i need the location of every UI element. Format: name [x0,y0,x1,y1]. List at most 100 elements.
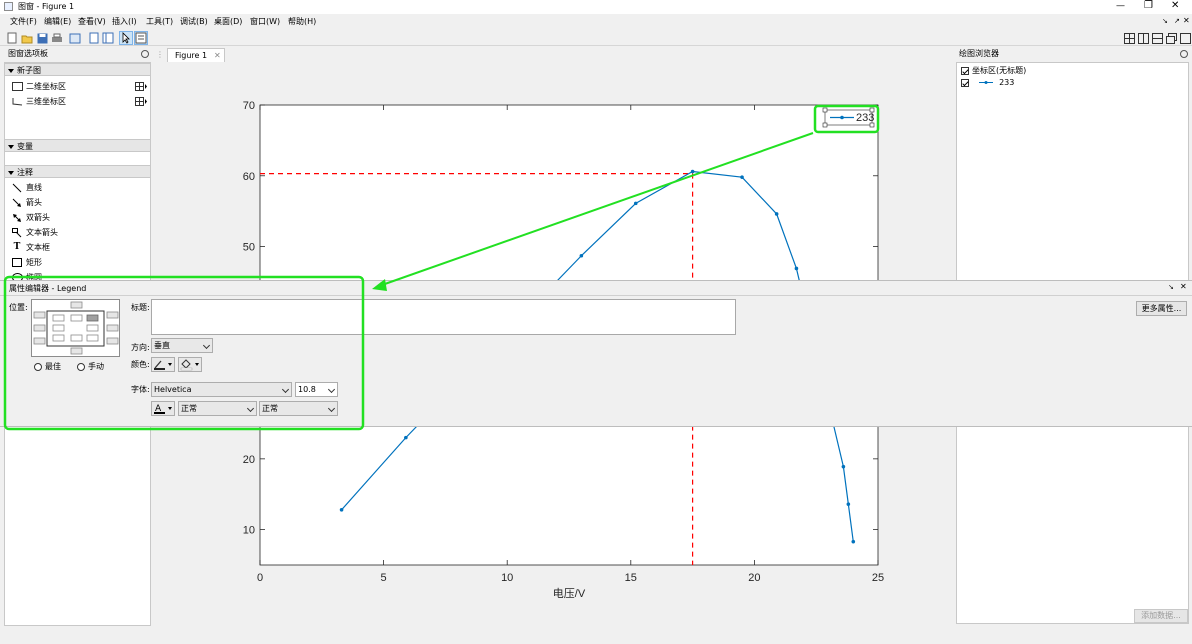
menu-file[interactable]: 文件(F) [10,16,37,28]
grid-picker-icon[interactable] [135,97,147,110]
data-point [851,539,856,544]
layout-single-icon[interactable] [1178,31,1192,45]
layout-top-bottom-icon[interactable] [1150,31,1164,45]
section-annotations[interactable]: 注释 [5,165,150,178]
y-tick-label: 70 [243,100,255,112]
expand-icon [8,144,14,149]
property-editor-toggle-icon[interactable] [134,31,148,45]
data-point [633,201,638,206]
palette-item-text-arrow[interactable]: 文本箭头 [11,226,58,239]
radio-best[interactable]: 最佳 [34,362,61,372]
layout-left-right-icon[interactable] [1136,31,1150,45]
expand-icon [8,68,14,73]
app-icon [4,2,13,11]
palette-title: 图窗选项板 [8,49,48,58]
x-tick-label: 15 [625,572,637,584]
restore-icon[interactable]: ❐ [1144,0,1153,11]
data-point [794,266,799,271]
hide-tools-icon[interactable] [87,31,101,45]
title-input[interactable] [151,299,736,335]
font-angle-select[interactable]: 正常 [259,401,338,416]
palette-menu-icon[interactable] [141,50,149,58]
palette-item-line[interactable]: 直线 [11,181,42,194]
layout-grid-icon[interactable] [1122,31,1136,45]
minimize-icon[interactable]: — [1116,1,1125,11]
series-checkbox[interactable] [961,78,969,87]
menu-close-icon[interactable]: ✕ [1183,16,1190,25]
menu-tools[interactable]: 工具(T) [146,16,173,28]
legend-selection-handle [869,122,875,128]
orientation-label: 方向: [131,343,150,352]
data-point [774,212,779,216]
orientation-select[interactable]: 垂直 [151,338,213,353]
toolbar [0,30,1192,46]
text-color-button[interactable]: A [151,401,175,416]
layout-float-icon[interactable] [1164,31,1178,45]
double-arrow-icon [11,212,23,224]
open-file-icon[interactable] [20,31,34,45]
select-arrow-icon[interactable] [119,31,133,45]
close-icon[interactable]: ✕ [1171,0,1179,11]
show-tools-icon[interactable] [101,31,115,45]
section-new-subplot[interactable]: 新子图 [5,63,150,76]
palette-item-textbox[interactable]: T 文本框 [11,241,50,254]
new-figure-icon[interactable] [5,31,19,45]
y-tick-label: 50 [243,242,255,254]
tab-label: Figure 1 [175,51,208,60]
edge-color-button[interactable] [151,357,175,372]
window-title: 图窗 - Figure 1 [18,2,75,11]
splitter-handle[interactable]: ⋮ [156,50,164,62]
menu-help[interactable]: 帮助(H) [288,16,316,28]
chevron-down-icon [202,341,211,350]
browser-item-axes[interactable]: 坐标区(无标题) [961,65,1026,76]
data-point [579,253,584,258]
browser-menu-icon[interactable] [1180,50,1188,58]
undock-icon[interactable]: ↘ [1162,17,1168,25]
position-picker[interactable] [31,299,120,357]
y-tick-label: 10 [243,525,255,537]
font-weight-select[interactable]: 正常 [178,401,257,416]
2d-axes-icon [11,81,23,93]
grid-picker-icon[interactable] [135,82,147,95]
tab-figure-1[interactable]: Figure 1 ✕ [167,48,225,62]
palette-item-2d-axes[interactable]: 二维坐标区 [11,80,149,93]
font-name-select[interactable]: Helvetica [151,382,292,397]
menu-edit[interactable]: 编辑(E) [44,16,71,28]
fill-color-button[interactable] [178,357,202,372]
radio-manual[interactable]: 手动 [77,362,104,372]
title-label: 标题: [131,303,150,312]
menu-window[interactable]: 窗口(W) [250,16,280,28]
menu-insert[interactable]: 插入(I) [112,16,137,28]
more-properties-button[interactable]: 更多属性... [1136,301,1187,316]
menu-debug[interactable]: 调试(B) [180,16,208,28]
palette-item-arrow[interactable]: 箭头 [11,196,42,209]
palette-item-3d-axes[interactable]: 三维坐标区 [11,95,149,108]
save-icon[interactable] [35,31,49,45]
data-point [846,502,851,506]
legend-selection-handle [869,107,875,113]
dock-icon[interactable]: ↗ [1174,17,1180,25]
textbox-icon: T [13,242,21,252]
browser-title: 绘图浏览器 [959,49,999,58]
axes-checkbox[interactable] [961,66,969,75]
pe-close-icon[interactable]: ✕ [1180,282,1187,291]
line-icon [11,182,23,194]
print-icon[interactable] [50,31,64,45]
menu-desktop[interactable]: 桌面(D) [214,16,242,28]
palette-item-double-arrow[interactable]: 双箭头 [11,211,50,224]
palette-item-rectangle[interactable]: 矩形 [11,256,42,269]
chevron-down-icon [246,404,255,413]
add-data-button[interactable]: 添加数据... [1134,609,1188,623]
link-plot-icon[interactable] [68,31,82,45]
pe-undock-icon[interactable]: ↘ [1168,283,1174,291]
y-tick-label: 60 [243,171,255,183]
tab-close-icon[interactable]: ✕ [214,50,221,62]
section-variables[interactable]: 变量 [5,139,150,152]
arrow-icon [11,197,23,209]
series-line-icon [978,77,993,88]
menu-view[interactable]: 查看(V) [78,16,106,28]
browser-header: 绘图浏览器 [955,48,1191,60]
title-bar: 图窗 - Figure 1 — ❐ ✕ [0,0,1192,14]
font-size-select[interactable]: 10.8 [295,382,338,397]
browser-item-series[interactable]: 233 [961,77,1014,88]
